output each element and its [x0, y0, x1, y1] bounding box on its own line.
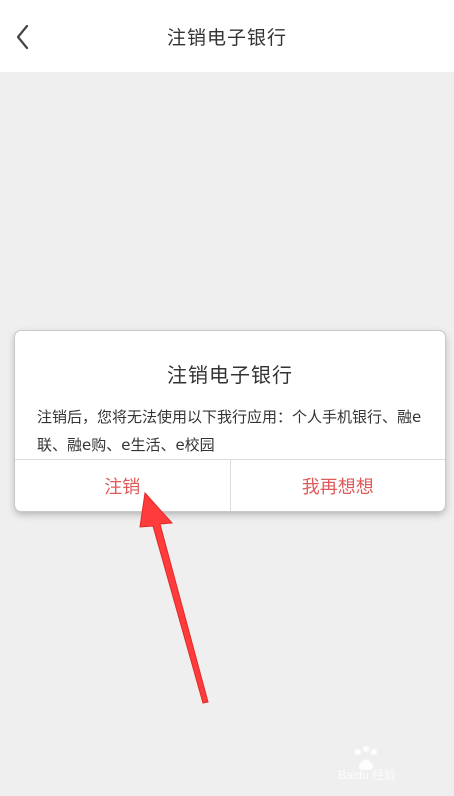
- dialog-message: 注销后，您将无法使用以下我行应用：个人手机银行、融e联、融e购、e生活、e校园: [37, 408, 422, 454]
- page: 注销电子银行 注销电子银行 注销后，您将无法使用以下我行应用：个人手机银行、融e…: [0, 0, 454, 796]
- back-button[interactable]: [8, 22, 38, 52]
- chevron-left-icon: [16, 24, 29, 50]
- dialog-actions: 注销 我再想想: [15, 459, 445, 511]
- page-title: 注销电子银行: [166, 26, 287, 49]
- confirm-cancel-service-button[interactable]: 注销: [15, 460, 231, 511]
- dialog-title: 注销电子银行: [167, 363, 293, 387]
- nav-bar: 注销电子银行: [0, 0, 454, 72]
- confirm-dialog: 注销电子银行 注销后，您将无法使用以下我行应用：个人手机银行、融e联、融e购、e…: [15, 331, 445, 511]
- reconsider-button[interactable]: 我再想想: [231, 460, 446, 511]
